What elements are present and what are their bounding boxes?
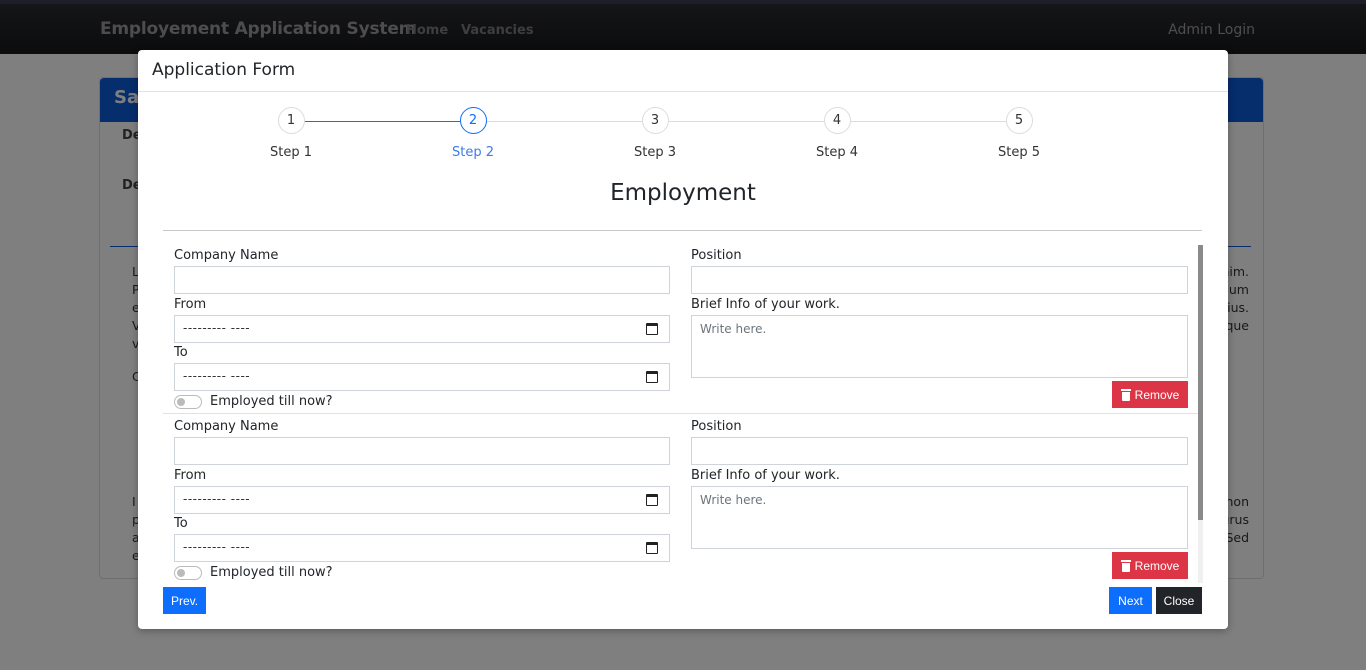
modal-title: Application Form: [152, 60, 296, 80]
brief-info-label: Brief Info of your work.: [691, 468, 840, 483]
step-4[interactable]: 4 Step 4: [797, 107, 877, 160]
from-label: From: [174, 297, 207, 312]
to-label: To: [174, 516, 188, 531]
to-date-input[interactable]: --------- ----: [174, 534, 670, 562]
divider: [163, 230, 1202, 231]
remove-entry-button[interactable]: Remove: [1112, 552, 1188, 579]
from-label: From: [174, 468, 207, 483]
step-1[interactable]: 1 Step 1: [251, 107, 331, 160]
date-placeholder: --------- ----: [183, 540, 251, 554]
calendar-icon[interactable]: [646, 494, 658, 506]
calendar-icon[interactable]: [646, 323, 658, 335]
calendar-icon[interactable]: [646, 542, 658, 554]
position-input[interactable]: [691, 437, 1188, 465]
position-input[interactable]: [691, 266, 1188, 294]
employed-till-now-label: Employed till now?: [210, 394, 333, 409]
company-name-label: Company Name: [174, 248, 279, 263]
step-2[interactable]: 2 Step 2: [433, 107, 513, 160]
remove-entry-button[interactable]: Remove: [1112, 381, 1188, 408]
position-label: Position: [691, 419, 742, 434]
brief-info-textarea[interactable]: Write here.: [691, 486, 1188, 549]
from-date-input[interactable]: --------- ----: [174, 315, 670, 343]
step-number: 4: [823, 107, 851, 134]
employment-entry: Company Name From --------- ---- To ----…: [163, 242, 1198, 413]
step-label: Step 3: [633, 145, 676, 160]
step-3[interactable]: 3 Step 3: [615, 107, 695, 160]
position-label: Position: [691, 248, 742, 263]
to-label: To: [174, 345, 188, 360]
employment-entries-scroll[interactable]: Company Name From --------- ---- To ----…: [163, 242, 1203, 583]
step-number: 1: [277, 107, 305, 134]
calendar-icon[interactable]: [646, 371, 658, 383]
company-name-input[interactable]: [174, 437, 670, 465]
brief-info-label: Brief Info of your work.: [691, 297, 840, 312]
step-label: Step 5: [997, 145, 1040, 160]
employed-till-now-toggle[interactable]: [174, 395, 202, 409]
employed-till-now-toggle[interactable]: [174, 566, 202, 580]
trash-icon: [1120, 559, 1131, 572]
employment-entry: Company Name From --------- ---- To ----…: [163, 413, 1198, 583]
date-placeholder: --------- ----: [183, 492, 251, 506]
modal-header: Application Form: [138, 50, 1228, 92]
scrollbar[interactable]: [1198, 245, 1203, 583]
company-name-label: Company Name: [174, 419, 279, 434]
stepper: 1 Step 1 2 Step 2 3 Step 3 4 Step 4 5 St…: [138, 107, 1228, 167]
step-number: 3: [641, 107, 669, 134]
date-placeholder: --------- ----: [183, 321, 251, 335]
trash-icon: [1120, 388, 1131, 401]
brief-info-textarea[interactable]: Write here.: [691, 315, 1188, 378]
application-form-modal: Application Form 1 Step 1 2 Step 2 3 Ste…: [138, 50, 1228, 629]
to-date-input[interactable]: --------- ----: [174, 363, 670, 391]
from-date-input[interactable]: --------- ----: [174, 486, 670, 514]
employed-till-now-label: Employed till now?: [210, 565, 333, 580]
date-placeholder: --------- ----: [183, 369, 251, 383]
company-name-input[interactable]: [174, 266, 670, 294]
scrollbar-thumb[interactable]: [1198, 245, 1203, 520]
close-button[interactable]: Close: [1156, 587, 1202, 614]
step-number: 5: [1005, 107, 1033, 134]
step-label: Step 1: [269, 145, 312, 160]
step-number: 2: [459, 107, 487, 134]
step-label: Step 4: [815, 145, 858, 160]
step-5[interactable]: 5 Step 5: [979, 107, 1059, 160]
step-label: Step 2: [451, 145, 494, 160]
next-button[interactable]: Next: [1109, 587, 1152, 614]
prev-button[interactable]: Prev.: [163, 587, 206, 614]
section-title: Employment: [610, 180, 756, 206]
